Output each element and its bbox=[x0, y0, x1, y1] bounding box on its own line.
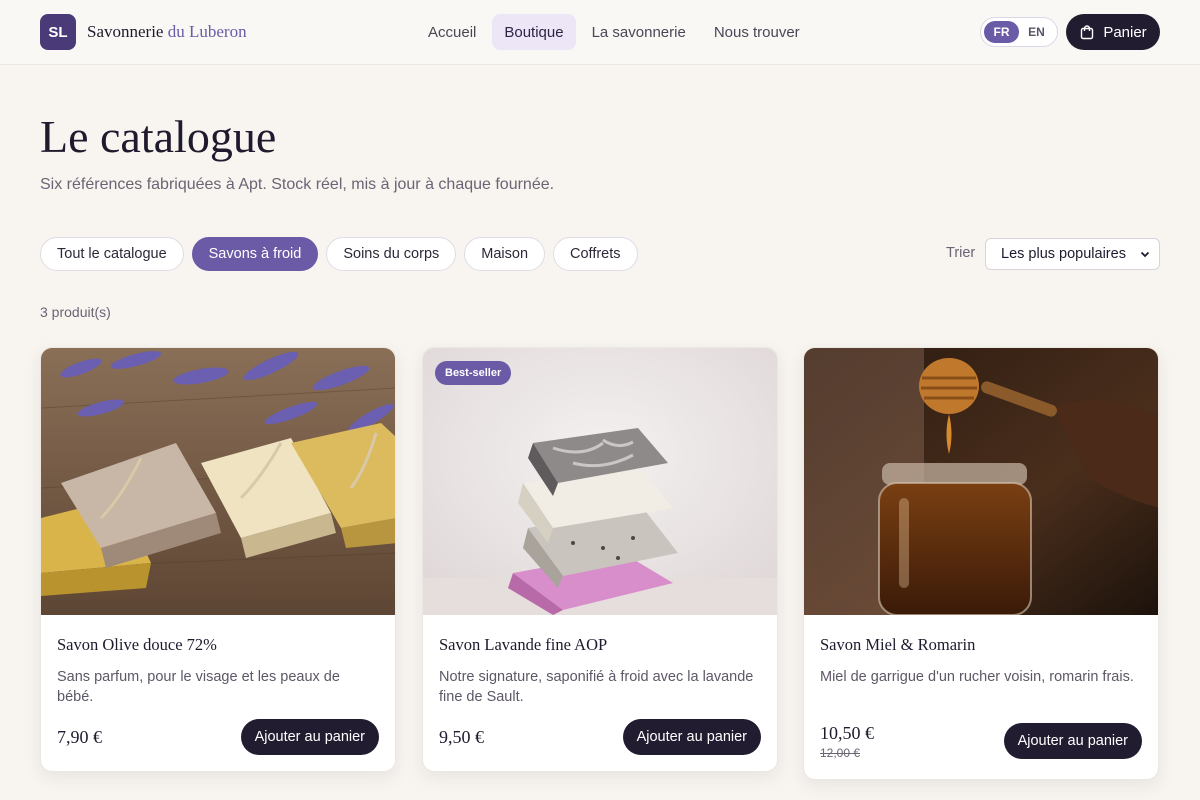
product-card-body: Savon Miel & Romarin Miel de garrigue d'… bbox=[804, 615, 1158, 779]
stacked-soap-bars-photo bbox=[423, 348, 777, 615]
nav-la-savonnerie[interactable]: La savonnerie bbox=[580, 14, 698, 50]
product-description: Sans parfum, pour le visage et les peaux… bbox=[57, 669, 340, 705]
product-name[interactable]: Savon Lavande fine AOP bbox=[439, 635, 761, 655]
honey-jar-dipper-photo bbox=[804, 348, 1158, 615]
filter-maison[interactable]: Maison bbox=[464, 237, 546, 271]
product-footer: 7,90 € Ajouter au panier bbox=[57, 719, 379, 755]
cart-label: Panier bbox=[1103, 23, 1147, 41]
product-image[interactable] bbox=[804, 348, 1158, 615]
filter-soins-du-corps[interactable]: Soins du corps bbox=[326, 237, 457, 271]
lang-en[interactable]: EN bbox=[1019, 21, 1054, 43]
product-card: Savon Miel & Romarin Miel de garrigue d'… bbox=[803, 347, 1159, 780]
brand-name: Savonnerie du Luberon bbox=[87, 22, 247, 42]
add-to-cart-button[interactable]: Ajouter au panier bbox=[240, 719, 379, 755]
product-price: 10,50 € bbox=[820, 722, 874, 743]
add-to-cart-button[interactable]: Ajouter au panier bbox=[622, 719, 761, 755]
product-card-body: Savon Lavande fine AOP Notre signature, … bbox=[423, 615, 777, 771]
product-card: Best-seller Savon Lavande fine AOP Notre… bbox=[422, 347, 778, 772]
brand-name-main: Savonnerie bbox=[87, 22, 164, 41]
filter-tout-le-catalogue[interactable]: Tout le catalogue bbox=[40, 237, 184, 271]
main-nav: Accueil Boutique La savonnerie Nous trou… bbox=[416, 14, 816, 50]
shopping-bag-icon bbox=[1081, 25, 1094, 40]
product-old-price: 12,00 € bbox=[820, 745, 861, 760]
product-price: 7,90 € bbox=[57, 726, 102, 747]
nav-nous-trouver[interactable]: Nous trouver bbox=[702, 14, 812, 50]
product-name[interactable]: Savon Miel & Romarin bbox=[820, 635, 1142, 655]
lang-fr[interactable]: FR bbox=[984, 21, 1019, 43]
best-seller-badge: Best-seller bbox=[435, 361, 512, 385]
nav-accueil[interactable]: Accueil bbox=[416, 14, 488, 50]
brand-name-accent: du Luberon bbox=[167, 22, 247, 41]
soap-bars-with-lavender-photo bbox=[41, 348, 395, 615]
product-image[interactable]: Best-seller bbox=[423, 348, 777, 615]
brand-logo[interactable]: SL Savonnerie du Luberon bbox=[40, 14, 247, 50]
page-subtitle: Six références fabriquées à Apt. Stock r… bbox=[40, 176, 555, 193]
product-description: Notre signature, saponifié à froid avec … bbox=[439, 669, 754, 705]
product-footer: 9,50 € Ajouter au panier bbox=[439, 719, 761, 755]
product-price: 9,50 € bbox=[439, 726, 484, 747]
add-to-cart-button[interactable]: Ajouter au panier bbox=[1003, 723, 1142, 759]
product-card: Savon Olive douce 72% Sans parfum, pour … bbox=[40, 347, 396, 772]
product-name[interactable]: Savon Olive douce 72% bbox=[57, 635, 379, 655]
filter-savons-a-froid[interactable]: Savons à froid bbox=[191, 237, 319, 271]
sort-label: Trier bbox=[946, 245, 976, 261]
product-description: Miel de garrigue d'un rucher voisin, rom… bbox=[820, 669, 1134, 685]
language-switcher: FR EN bbox=[980, 17, 1058, 47]
filter-coffrets[interactable]: Coffrets bbox=[553, 237, 638, 271]
product-footer: 10,50 € 12,00 € Ajouter au panier bbox=[820, 719, 1142, 763]
product-card-body: Savon Olive douce 72% Sans parfum, pour … bbox=[41, 615, 395, 771]
chevron-down-icon bbox=[1140, 251, 1150, 258]
sort-select[interactable]: Les plus populaires bbox=[985, 238, 1160, 270]
product-image[interactable] bbox=[41, 348, 395, 615]
page-title: Le catalogue bbox=[40, 111, 277, 162]
site-header: SL Savonnerie du Luberon Accueil Boutiqu… bbox=[0, 0, 1200, 65]
result-count: 3 produit(s) bbox=[40, 304, 111, 320]
cart-button[interactable]: Panier bbox=[1066, 14, 1160, 50]
sort-selected-value: Les plus populaires bbox=[1001, 246, 1126, 262]
nav-boutique[interactable]: Boutique bbox=[492, 14, 576, 50]
category-filters: Tout le catalogue Savons à froid Soins d… bbox=[40, 237, 646, 271]
logo-mark: SL bbox=[40, 14, 76, 50]
price-block: 10,50 € 12,00 € bbox=[820, 723, 874, 760]
